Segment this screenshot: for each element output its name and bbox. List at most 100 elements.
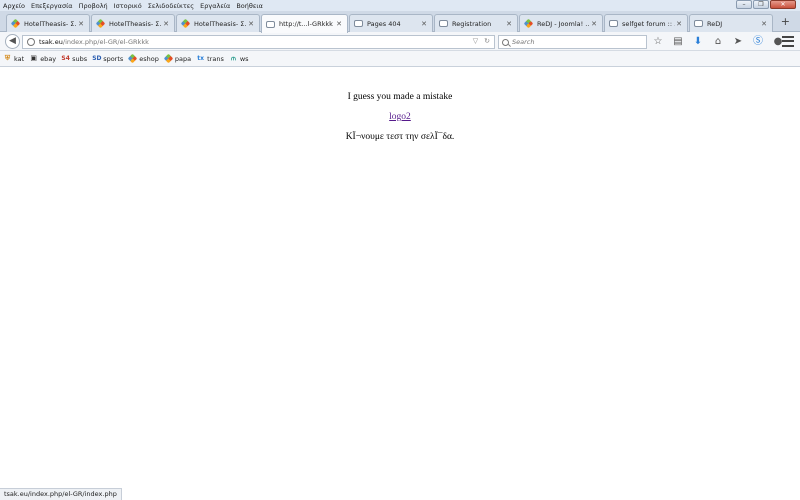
close-icon[interactable]: ✕: [760, 20, 768, 28]
menu-tools[interactable]: Εργαλεία: [197, 2, 233, 10]
tab-registration[interactable]: Registration ✕: [434, 14, 518, 32]
tab-label: Pages 404: [367, 19, 401, 28]
dropdown-arrow-icon[interactable]: ▽: [473, 37, 478, 45]
tab-redj-joomla[interactable]: ReDJ - Joomla! ... ✕: [519, 14, 603, 32]
close-icon[interactable]: ✕: [247, 20, 255, 28]
search-bar[interactable]: [498, 35, 647, 49]
tab-hoteltheasis-1[interactable]: HotelTheasis- Σ... ✕: [6, 14, 90, 32]
logo2-link[interactable]: logo2: [389, 112, 411, 122]
maximize-button[interactable]: ❐: [753, 0, 769, 9]
close-icon[interactable]: ✕: [420, 20, 428, 28]
minimize-button[interactable]: –: [736, 0, 752, 9]
menu-edit[interactable]: Επεξεργασία: [28, 2, 76, 10]
search-input[interactable]: [512, 38, 642, 46]
bookmark-label: kat: [14, 54, 25, 63]
close-icon[interactable]: ✕: [162, 20, 170, 28]
url-tools: ▽ ↻: [473, 37, 490, 45]
tab-label: HotelTheasis- Σ...: [24, 19, 77, 28]
tab-hoteltheasis-3[interactable]: HotelTheasis- Σ... ✕: [176, 14, 260, 32]
new-tab-button[interactable]: +: [781, 15, 790, 29]
close-window-button[interactable]: ✕: [770, 0, 796, 9]
menu-help[interactable]: Βοήθεια: [233, 2, 266, 10]
joomla-icon: [96, 19, 105, 28]
bookmark-label: ebay: [40, 54, 57, 63]
bookmark-label: ws: [239, 54, 249, 63]
ws-icon: ⫙: [230, 54, 236, 62]
menu-icon[interactable]: [782, 35, 794, 48]
menu-bookmarks[interactable]: Σελιδοδείκτες: [145, 2, 197, 10]
bookmark-label: eshop: [139, 54, 159, 63]
s4-icon: S4: [61, 55, 70, 62]
tab-hoteltheasis-2[interactable]: HotelTheasis- Σ... ✕: [91, 14, 175, 32]
greek-test-text: ΚΪ¬νουμε τεστ την σελΪ¯δα.: [345, 132, 455, 142]
bookmark-label: trans: [207, 54, 224, 63]
joomla-icon: [524, 19, 533, 28]
tab-label: HotelTheasis- Σ...: [194, 19, 247, 28]
bookmark-ebay[interactable]: ▣ ebay: [29, 54, 56, 63]
sd-icon: SD: [92, 55, 102, 62]
reload-icon[interactable]: ↻: [484, 37, 490, 45]
close-icon[interactable]: ✕: [77, 20, 85, 28]
page-content: I guess you made a mistake logo2 ΚΪ¬νουμ…: [0, 68, 800, 488]
bookmark-subs[interactable]: S4 subs: [61, 54, 87, 63]
bookmark-label: subs: [72, 54, 88, 63]
nav-toolbar: ◀ tsak.eu /index.php/el-GR/el-GRkkk ▽ ↻ …: [0, 32, 800, 51]
menu-view[interactable]: Προβολή: [76, 2, 111, 10]
tab-strip: HotelTheasis- Σ... ✕ HotelTheasis- Σ... …: [0, 11, 800, 33]
joomla-icon: [181, 19, 190, 28]
joomla-icon: [11, 19, 20, 28]
close-icon[interactable]: ✕: [675, 20, 683, 28]
tab-label: http://t...l-GRkkk: [279, 20, 333, 28]
bookmark-trans[interactable]: tx trans: [196, 54, 224, 63]
bookmark-kat[interactable]: ⛨ kat: [3, 54, 24, 63]
joomla-icon: [128, 54, 137, 63]
toolbar-icons: ☆ ▤ ⬇ ⌂ ➤ Ⓢ ●: [651, 35, 785, 49]
url-bar[interactable]: tsak.eu /index.php/el-GR/el-GRkkk ▽ ↻: [22, 35, 495, 49]
bookmark-eshop[interactable]: eshop: [128, 54, 159, 63]
tab-label: HotelTheasis- Σ...: [109, 19, 162, 28]
page-icon: [439, 20, 448, 27]
bookmark-label: papa: [174, 54, 192, 63]
tab-redj[interactable]: ReDJ ✕: [689, 14, 773, 32]
menu-history[interactable]: Ιστορικό: [111, 2, 145, 10]
page-icon: [609, 20, 618, 27]
download-icon[interactable]: ⬇: [691, 35, 705, 49]
ebay-icon: ▣: [30, 54, 37, 62]
error-message: I guess you made a mistake: [347, 92, 453, 102]
logo-link-line: logo2: [0, 112, 800, 122]
close-icon[interactable]: ✕: [505, 20, 513, 28]
tab-label: ReDJ - Joomla! ...: [537, 19, 590, 28]
back-button[interactable]: ◀: [5, 34, 20, 49]
clipboard-icon[interactable]: ▤: [671, 35, 685, 49]
tab-label: selfget forum :: ...: [622, 19, 675, 28]
tab-label: ReDJ: [707, 19, 723, 28]
globe-icon: [27, 38, 35, 46]
tab-current-page[interactable]: http://t...l-GRkkk ✕: [261, 14, 348, 33]
status-bar: tsak.eu/index.php/el-GR/index.php: [0, 488, 122, 500]
tab-label: Registration: [452, 19, 492, 28]
joomla-icon: [164, 54, 173, 63]
tab-selfget-forum[interactable]: selfget forum :: ... ✕: [604, 14, 688, 32]
page-icon: [694, 20, 703, 27]
page-icon: [266, 20, 275, 28]
skype-icon[interactable]: Ⓢ: [751, 35, 765, 49]
bookmark-sports[interactable]: SD sports: [92, 54, 123, 63]
window-controls: – ❐ ✕: [736, 0, 796, 9]
bookmarks-bar: ⛨ kat ▣ ebay S4 subs SD sports eshop pap…: [0, 51, 800, 67]
close-icon[interactable]: ✕: [590, 20, 598, 28]
send-icon[interactable]: ➤: [731, 35, 745, 49]
close-icon[interactable]: ✕: [335, 20, 343, 28]
search-icon: [502, 38, 509, 46]
menu-bar: Αρχείο Επεξεργασία Προβολή Ιστορικό Σελι…: [0, 0, 800, 11]
bookmark-ws[interactable]: ⫙ ws: [229, 54, 249, 63]
page-icon: [354, 20, 363, 27]
menu-file[interactable]: Αρχείο: [0, 2, 28, 10]
home-icon[interactable]: ⌂: [711, 35, 725, 49]
bookmark-label: sports: [103, 54, 124, 63]
bookmark-star-icon[interactable]: ☆: [651, 35, 665, 49]
tab-pages-404[interactable]: Pages 404 ✕: [349, 14, 433, 32]
url-path: /index.php/el-GR/el-GRkkk: [62, 38, 149, 46]
bookmark-papa[interactable]: papa: [164, 54, 191, 63]
tx-icon: tx: [197, 55, 204, 62]
shield-icon: ⛨: [4, 54, 11, 62]
